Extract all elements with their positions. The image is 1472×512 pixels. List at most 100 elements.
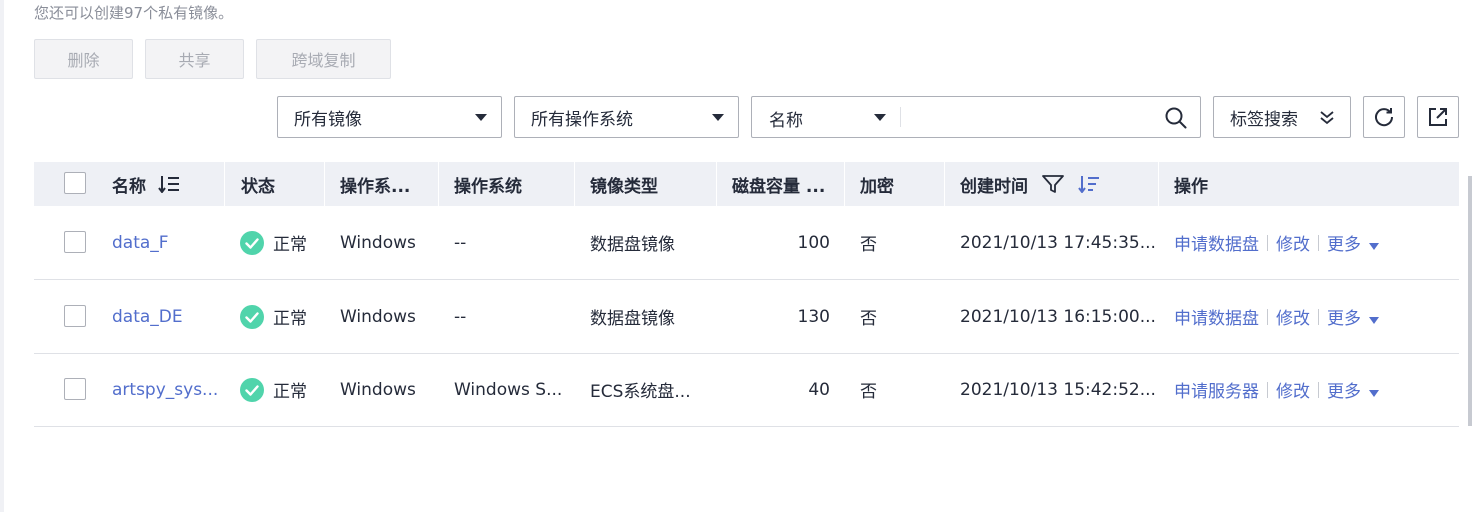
actions-cell: 申请服务器 修改 更多 — [1174, 353, 1379, 426]
caret-down-icon — [874, 114, 886, 121]
quota-text: 您还可以创建97个私有镜像。 — [34, 4, 234, 22]
modify-link[interactable]: 修改 — [1276, 230, 1310, 255]
more-dropdown[interactable]: 更多 — [1327, 377, 1379, 402]
os-type-cell: Windows — [340, 306, 416, 327]
caret-down-icon — [1369, 390, 1379, 397]
image-type-cell: 数据盘镜像 — [590, 235, 675, 255]
column-separator — [1158, 162, 1159, 206]
delete-button[interactable]: 删除 — [34, 39, 133, 79]
cross-region-copy-button[interactable]: 跨域复制 — [256, 39, 391, 79]
column-header-created-at[interactable]: 创建时间 — [960, 162, 1100, 206]
tag-search-button[interactable]: 标签搜索 — [1213, 96, 1351, 138]
modify-link[interactable]: 修改 — [1276, 304, 1310, 329]
column-header-name[interactable]: 名称 — [112, 162, 180, 206]
search-field-value: 名称 — [769, 111, 803, 131]
image-type-cell: ECS系统盘... — [590, 382, 691, 402]
image-filter-select[interactable]: 所有镜像 — [277, 96, 502, 138]
column-header-status: 状态 — [241, 176, 275, 197]
status-ok-icon — [240, 377, 264, 402]
apply-server-link[interactable]: 申请服务器 — [1174, 377, 1259, 402]
created-at-cell: 2021/10/13 17:45:35... — [960, 232, 1156, 253]
tag-search-label: 标签搜索 — [1230, 109, 1298, 130]
double-chevron-down-icon — [1320, 111, 1334, 125]
actions-cell: 申请数据盘 修改 更多 — [1174, 206, 1379, 279]
search-field-select[interactable]: 名称 — [752, 97, 900, 137]
encrypted-cell: 否 — [860, 309, 877, 329]
image-list-page: 您还可以创建97个私有镜像。 删除 共享 跨域复制 所有镜像 所有操作系统 名称… — [0, 0, 1472, 512]
table-header: 名称 状态 操作系... 操作系统 镜像类型 磁盘容量 ... 加密 创建时间 — [34, 162, 1459, 206]
table-row: data_F 正常 Windows -- 数据盘镜像 100 否 2021/10… — [34, 206, 1459, 280]
export-icon — [1429, 108, 1447, 126]
caret-down-icon — [475, 114, 487, 121]
status-cell: 正常 — [240, 280, 307, 353]
caret-down-icon — [1369, 243, 1379, 250]
apply-data-disk-link[interactable]: 申请数据盘 — [1174, 304, 1259, 329]
search-box: 名称 — [751, 96, 1201, 138]
column-separator — [844, 162, 845, 206]
select-all-checkbox[interactable] — [64, 172, 86, 194]
os-type-cell: Windows — [340, 232, 416, 253]
column-header-disk-capacity: 磁盘容量 ... — [732, 176, 826, 197]
refresh-button[interactable] — [1363, 96, 1405, 138]
apply-data-disk-link[interactable]: 申请数据盘 — [1174, 230, 1259, 255]
encrypted-cell: 否 — [860, 382, 877, 402]
refresh-icon — [1375, 108, 1394, 127]
column-separator — [944, 162, 945, 206]
os-cell: -- — [454, 306, 467, 327]
os-filter-value: 所有操作系统 — [531, 109, 633, 130]
more-dropdown[interactable]: 更多 — [1327, 304, 1379, 329]
os-cell: -- — [454, 232, 467, 253]
more-dropdown[interactable]: 更多 — [1327, 230, 1379, 255]
os-type-cell: Windows — [340, 379, 416, 400]
image-name-link[interactable]: artspy_sys... — [112, 353, 224, 426]
disk-capacity-cell: 130 — [797, 306, 830, 327]
column-separator — [324, 162, 325, 206]
column-header-os: 操作系统 — [454, 176, 522, 197]
image-name-link[interactable]: data_DE — [112, 280, 224, 353]
action-separator — [1318, 308, 1319, 325]
action-separator — [1267, 381, 1268, 398]
image-filter-value: 所有镜像 — [294, 109, 362, 130]
column-header-encrypted: 加密 — [860, 176, 894, 197]
table-row: data_DE 正常 Windows -- 数据盘镜像 130 否 2021/1… — [34, 280, 1459, 354]
disk-capacity-cell: 40 — [808, 379, 830, 400]
column-separator — [224, 162, 225, 206]
actions-cell: 申请数据盘 修改 更多 — [1174, 280, 1379, 353]
status-cell: 正常 — [240, 206, 307, 279]
created-at-cell: 2021/10/13 15:42:52... — [960, 379, 1156, 400]
column-header-os-type: 操作系... — [340, 176, 411, 197]
search-input[interactable] — [904, 103, 1158, 133]
search-icon[interactable] — [1164, 106, 1188, 130]
page-left-border — [0, 0, 4, 512]
export-button[interactable] — [1417, 96, 1459, 138]
os-cell: Windows S... — [454, 379, 563, 400]
action-separator — [1267, 234, 1268, 251]
status-ok-icon — [240, 304, 264, 329]
action-separator — [1318, 381, 1319, 398]
share-button[interactable]: 共享 — [145, 39, 244, 79]
column-separator — [574, 162, 575, 206]
action-separator — [1267, 308, 1268, 325]
sort-icon[interactable] — [158, 175, 180, 193]
vertical-scrollbar[interactable] — [1468, 176, 1472, 426]
status-cell: 正常 — [240, 353, 307, 426]
table-row: artspy_sys... 正常 Windows Windows S... EC… — [34, 353, 1459, 427]
search-divider — [900, 107, 901, 127]
status-ok-icon — [240, 230, 264, 255]
column-header-actions: 操作 — [1174, 176, 1208, 197]
column-separator — [438, 162, 439, 206]
row-checkbox[interactable] — [64, 231, 86, 253]
encrypted-cell: 否 — [860, 235, 877, 255]
caret-down-icon — [712, 114, 724, 121]
row-checkbox[interactable] — [64, 378, 86, 400]
caret-down-icon — [1369, 317, 1379, 324]
image-type-cell: 数据盘镜像 — [590, 309, 675, 329]
row-checkbox[interactable] — [64, 305, 86, 327]
column-separator — [716, 162, 717, 206]
filter-icon[interactable] — [1042, 174, 1064, 194]
os-filter-select[interactable]: 所有操作系统 — [514, 96, 739, 138]
column-header-image-type: 镜像类型 — [590, 176, 658, 197]
image-name-link[interactable]: data_F — [112, 206, 224, 279]
modify-link[interactable]: 修改 — [1276, 377, 1310, 402]
sort-active-icon[interactable] — [1078, 175, 1100, 193]
